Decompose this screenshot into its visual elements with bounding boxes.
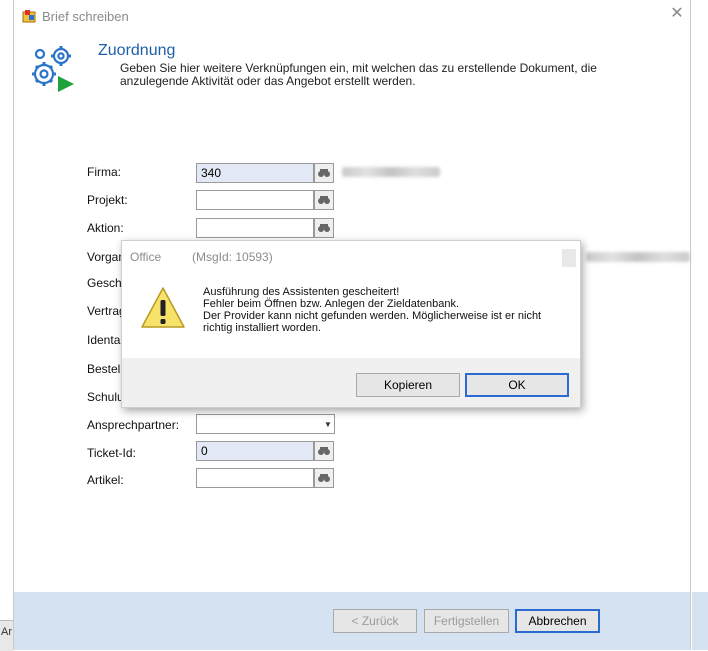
identar-label: Identar [87, 333, 125, 347]
bestell-label: Bestell [87, 362, 124, 376]
play-icon [58, 76, 74, 92]
projekt-label: Projekt: [87, 193, 128, 207]
binoculars-icon[interactable] [314, 218, 334, 238]
ansprechpartner-label: Ansprechpartner: [87, 418, 180, 432]
message-line: Der Provider kann nicht gefunden werden.… [203, 310, 542, 322]
app-icon [22, 10, 36, 23]
finish-button[interactable]: Fertigstellen [424, 609, 509, 633]
message-text: Ausführung des Assistenten gescheitert! … [203, 286, 573, 334]
background-taskbar-text: Ar [1, 626, 12, 638]
message-line: Ausführung des Assistenten gescheitert! [203, 286, 400, 298]
section-title: Zuordnung [98, 42, 176, 59]
ticket-id-label: Ticket-Id: [87, 446, 136, 460]
artikel-label: Artikel: [87, 473, 124, 487]
ok-button[interactable]: OK [465, 373, 569, 397]
aktion-label: Aktion: [87, 221, 124, 235]
message-box-title: Office [130, 250, 162, 264]
window-title: Brief schreiben [42, 9, 129, 24]
artikel-input[interactable] [196, 468, 314, 488]
ticket-id-input[interactable]: 0 [196, 441, 314, 461]
message-id: (MsgId: 10593) [192, 250, 273, 264]
close-icon[interactable]: ✕ [668, 5, 686, 23]
back-button[interactable]: < Zurück [333, 609, 417, 633]
aktion-input[interactable] [196, 218, 314, 238]
chevron-down-icon[interactable]: ▼ [324, 420, 332, 429]
message-line: richtig installiert worden. [203, 322, 321, 334]
schulung-label: Schulu [87, 390, 124, 404]
ansprechpartner-select[interactable] [196, 414, 335, 434]
projekt-input[interactable] [196, 190, 314, 210]
background-window-edge [692, 592, 708, 650]
background-scroll-button [562, 249, 576, 267]
vorgang-value-blurred [586, 252, 690, 262]
firma-name-blurred [342, 167, 440, 177]
vorgang-label: Vorgan [87, 250, 126, 264]
gears-icon [32, 46, 74, 92]
warning-icon [141, 287, 185, 328]
binoculars-icon[interactable] [314, 441, 334, 461]
firma-label: Firma: [87, 165, 121, 179]
vertrag-label: Vertrag [87, 304, 126, 318]
binoculars-icon[interactable] [314, 468, 334, 488]
section-description: Geben Sie hier weitere Verknüpfungen ein… [120, 61, 597, 88]
binoculars-icon[interactable] [314, 190, 334, 210]
message-line: Fehler beim Öffnen bzw. Anlegen der Ziel… [203, 298, 460, 310]
copy-button[interactable]: Kopieren [356, 373, 460, 397]
binoculars-icon[interactable] [314, 163, 334, 183]
cancel-button[interactable]: Abbrechen [515, 609, 600, 633]
firma-input[interactable]: 340 [196, 163, 314, 183]
